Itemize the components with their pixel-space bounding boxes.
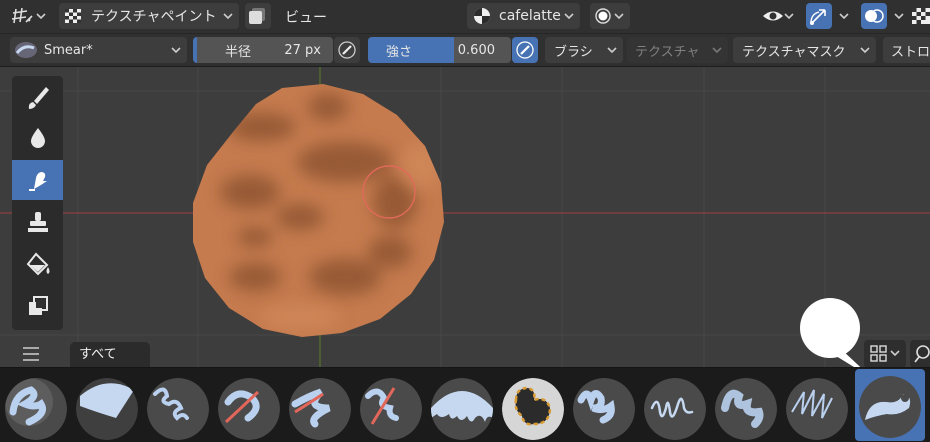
pen-pressure-icon [338, 41, 356, 59]
brush-thumb-soft[interactable] [76, 378, 138, 440]
overlay-icon [865, 9, 884, 23]
smear-tool[interactable] [12, 160, 63, 200]
chevron-down-icon [36, 13, 46, 20]
radius-value: 27 px [284, 42, 321, 58]
checker-icon[interactable] [912, 6, 930, 26]
gizmo-icon [810, 9, 826, 25]
stroke-menu-label: ストロ [891, 44, 930, 60]
clone-tool[interactable] [12, 202, 63, 242]
visibility-dropdown[interactable] [760, 3, 800, 29]
editor-type-button[interactable] [6, 3, 52, 29]
brush-thumbnail-icon [15, 42, 37, 58]
search-icon [914, 345, 930, 363]
tool-settings-header: Smear* 半径 27 px 強さ 0.600 ブラシ テクスチャ テクスチャ… [0, 33, 930, 66]
mode-label: テクスチャペイント [91, 9, 217, 25]
strength-pressure-toggle[interactable] [512, 37, 538, 63]
brush-thumb-pencil[interactable] [644, 378, 706, 440]
mask-icon [28, 296, 48, 315]
mask-tool[interactable] [12, 286, 63, 326]
texture-menu[interactable]: テクスチャ [627, 37, 728, 63]
texture-paint-icon [65, 9, 81, 23]
chevron-down-icon [890, 350, 900, 357]
radius-fill [193, 37, 197, 63]
strength-label: 強さ [386, 44, 413, 60]
circle-dot-icon [595, 8, 611, 24]
stroke-menu[interactable]: ストロ [883, 37, 930, 63]
shelf-tab-all[interactable]: すべて [70, 342, 150, 368]
display-channel-dropdown[interactable] [590, 3, 630, 29]
smear-finger-icon [28, 172, 47, 191]
hamburger-menu-icon[interactable] [21, 346, 41, 362]
texture-mask-menu[interactable]: テクスチャマスク [733, 37, 876, 63]
chevron-down-icon[interactable] [892, 7, 906, 25]
brush-thumb-fill[interactable] [502, 378, 564, 440]
fill-tool[interactable] [12, 244, 63, 284]
chevron-down-icon [614, 13, 624, 20]
brush-thumb-airbrush[interactable] [715, 378, 777, 440]
shelf-tab-label: すべて [79, 347, 117, 362]
image-selector[interactable]: cafelatte [467, 3, 580, 29]
chevron-down-icon [860, 47, 870, 54]
brush-thumb-mask-line[interactable] [289, 378, 351, 440]
brush-thumb-smear-line[interactable] [218, 378, 280, 440]
tool-shelf [12, 76, 63, 330]
view-menu[interactable]: ビュー [285, 7, 327, 27]
texture-mask-menu-label: テクスチャマスク [742, 44, 846, 60]
shelf-search-button[interactable] [910, 340, 930, 368]
strength-value: 0.600 [457, 42, 495, 58]
drop-icon [30, 128, 45, 148]
overlay-toggle[interactable] [861, 3, 887, 29]
image-name: cafelatte [499, 8, 561, 24]
radius-field[interactable]: 半径 27 px [193, 37, 333, 63]
brush-thumb-clone[interactable] [360, 378, 422, 440]
brush-selector[interactable]: Smear* [10, 37, 187, 63]
chevron-down-icon[interactable] [837, 7, 851, 25]
editor-header: テクスチャペイント ビュー cafelatte [0, 0, 930, 33]
brush-thumb-blur[interactable] [147, 378, 209, 440]
brush-name: Smear* [44, 42, 93, 58]
paint-bucket-icon [26, 252, 49, 276]
brush-stroke-icon [28, 87, 49, 109]
chevron-down-icon [784, 13, 794, 20]
image-browse-icon [474, 8, 490, 24]
strength-field[interactable]: 強さ 0.600 [368, 37, 511, 63]
chevron-down-icon [607, 47, 617, 54]
brush-menu-label: ブラシ [554, 44, 593, 60]
chevron-down-icon [564, 13, 574, 20]
view-overlay-toggle[interactable] [245, 3, 271, 29]
brush-thumb-draw[interactable] [5, 378, 67, 440]
brush-thumb-drip[interactable] [431, 378, 493, 440]
chevron-down-icon [712, 47, 722, 54]
pen-pressure-icon [516, 41, 534, 59]
mode-dropdown[interactable]: テクスチャペイント [59, 3, 239, 29]
radius-pressure-toggle[interactable] [334, 37, 360, 63]
chevron-down-icon [223, 13, 233, 20]
chevron-down-icon [171, 47, 181, 54]
square-stack-icon [249, 8, 265, 24]
brush-thumb-marker[interactable] [786, 378, 848, 440]
brush-thumb-smear-selected[interactable] [859, 376, 921, 438]
radius-label: 半径 [225, 44, 252, 60]
stamp-icon [27, 212, 48, 232]
blur-tool[interactable] [12, 118, 63, 158]
draw-tool[interactable] [12, 78, 63, 118]
brush-menu[interactable]: ブラシ [545, 37, 623, 63]
texture-menu-label: テクスチャ [635, 44, 700, 60]
gizmo-toggle[interactable] [806, 3, 832, 29]
brush-thumb-squiggle[interactable] [573, 378, 635, 440]
